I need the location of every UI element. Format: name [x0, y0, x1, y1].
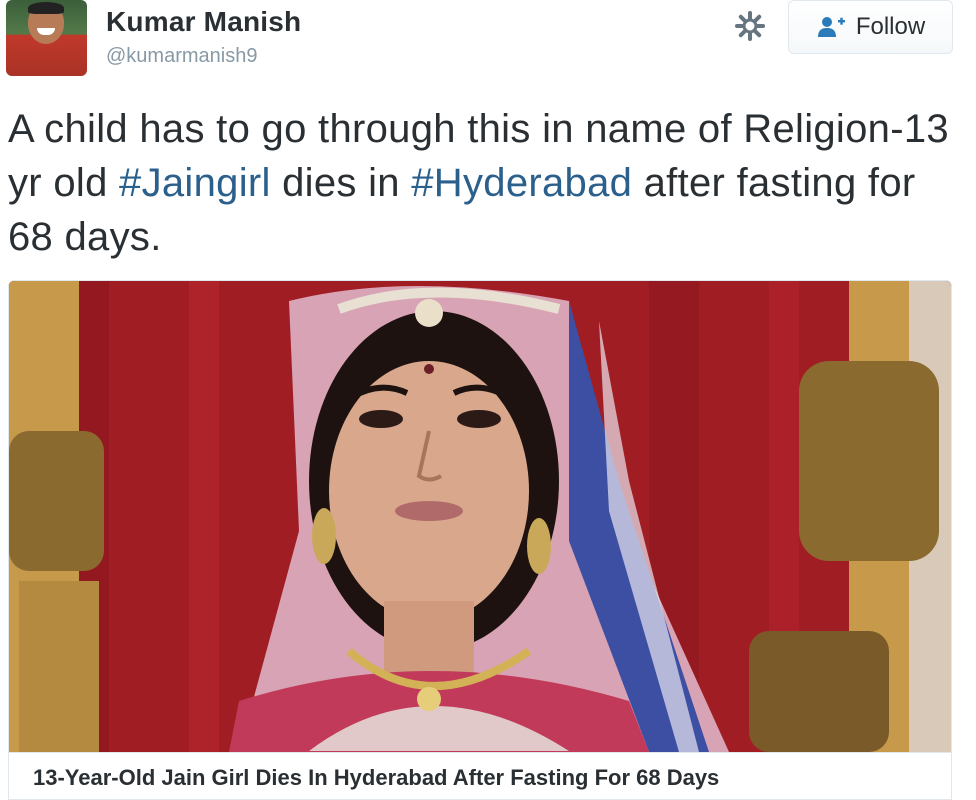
hashtag-jaingirl[interactable]: #Jaingirl — [119, 161, 271, 205]
avatar[interactable] — [6, 0, 87, 76]
gear-icon[interactable] — [733, 9, 767, 43]
avatar-hair — [28, 2, 64, 14]
follow-button[interactable]: Follow — [788, 0, 953, 54]
tweet-text-part-2: dies in — [270, 161, 412, 205]
user-add-icon — [816, 15, 846, 39]
card-title[interactable]: 13-Year-Old Jain Girl Dies In Hyderabad … — [9, 752, 951, 799]
link-card[interactable]: 13-Year-Old Jain Girl Dies In Hyderabad … — [8, 280, 952, 800]
tweet-text: A child has to go through this in name o… — [8, 102, 968, 264]
hashtag-hyderabad[interactable]: #Hyderabad — [411, 161, 632, 205]
user-name[interactable]: Kumar Manish — [106, 6, 301, 38]
photo-illustration — [9, 281, 951, 752]
tweet-header: Kumar Manish @kumarmanish9 Follow — [0, 0, 976, 90]
card-photo[interactable] — [9, 281, 951, 752]
follow-label: Follow — [855, 13, 926, 40]
user-handle[interactable]: @kumarmanish9 — [106, 45, 257, 68]
gear-icon-graphic — [735, 11, 765, 41]
